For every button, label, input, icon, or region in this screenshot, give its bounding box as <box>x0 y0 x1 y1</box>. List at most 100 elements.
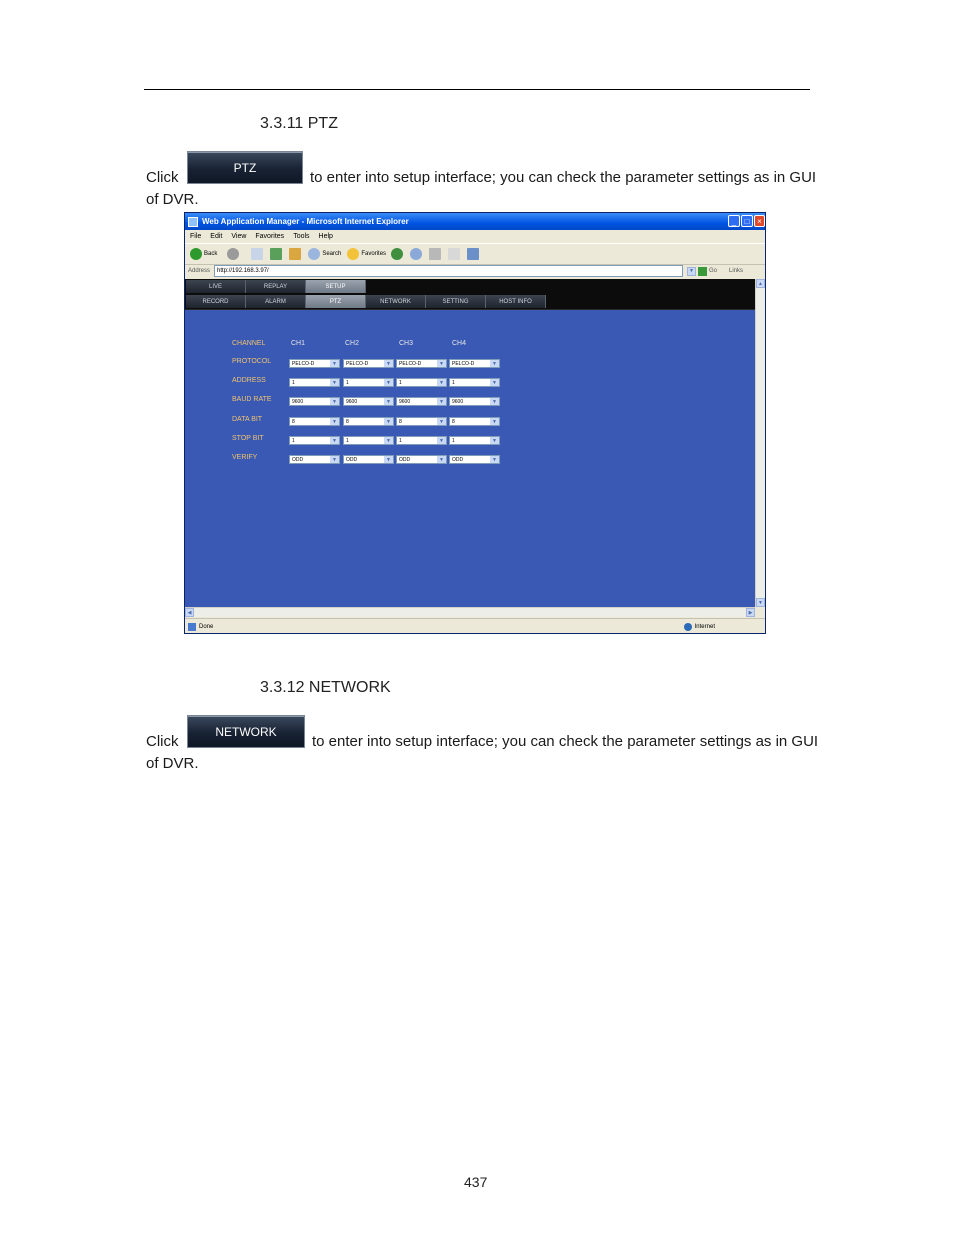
setting-select[interactable]: 1 ▼ <box>449 436 500 445</box>
chevron-down-icon[interactable]: ▼ <box>437 437 446 444</box>
menu-edit[interactable]: Edit <box>210 233 222 240</box>
chevron-down-icon[interactable]: ▼ <box>437 418 446 425</box>
chevron-down-icon[interactable]: ▼ <box>384 360 393 367</box>
chevron-down-icon[interactable]: ▼ <box>437 360 446 367</box>
instruction-text: to enter into setup interface; you can c… <box>310 169 817 186</box>
print-icon[interactable] <box>429 248 442 260</box>
setting-select[interactable]: ODD ▼ <box>289 455 340 464</box>
setting-label: STOP BIT <box>232 435 264 442</box>
setting-select[interactable]: ODD ▼ <box>396 455 447 464</box>
horizontal-scrollbar[interactable]: ◀ ▶ <box>185 607 755 617</box>
chevron-down-icon[interactable]: ▼ <box>330 418 339 425</box>
setting-select[interactable]: 8 ▼ <box>289 417 340 426</box>
chevron-down-icon[interactable]: ▼ <box>384 418 393 425</box>
messenger-icon[interactable] <box>467 248 480 260</box>
tab-live[interactable]: LIVE <box>186 280 246 293</box>
channel-header-2: CH2 <box>345 340 360 347</box>
tab-network[interactable]: NETWORK <box>366 295 426 308</box>
setting-select[interactable]: 1 ▼ <box>343 378 394 387</box>
scroll-down-icon[interactable]: ▼ <box>756 598 765 607</box>
chevron-down-icon[interactable]: ▼ <box>330 456 339 463</box>
tab-alarm[interactable]: ALARM <box>246 295 306 308</box>
links-label[interactable]: Links <box>729 268 743 274</box>
setting-select[interactable]: 1 ▼ <box>343 436 394 445</box>
chevron-down-icon[interactable]: ▼ <box>490 456 499 463</box>
chevron-down-icon[interactable]: ▼ <box>330 360 339 367</box>
chevron-down-icon[interactable]: ▼ <box>330 398 339 405</box>
setting-select[interactable]: 8 ▼ <box>396 417 447 426</box>
home-icon[interactable] <box>289 248 302 260</box>
chevron-down-icon[interactable]: ▼ <box>384 437 393 444</box>
setting-select[interactable]: 1 ▼ <box>396 436 447 445</box>
chevron-down-icon[interactable]: ▼ <box>384 456 393 463</box>
edit-icon[interactable] <box>448 248 461 260</box>
setting-select[interactable]: 9600 ▼ <box>343 397 394 406</box>
chevron-down-icon[interactable]: ▼ <box>490 418 499 425</box>
chevron-down-icon[interactable]: ▼ <box>437 379 446 386</box>
address-dropdown-icon[interactable]: ▼ <box>686 266 696 276</box>
chevron-down-icon[interactable]: ▼ <box>490 437 499 444</box>
chevron-down-icon[interactable]: ▼ <box>437 456 446 463</box>
setting-select[interactable]: 9600 ▼ <box>289 397 340 406</box>
tab-setup[interactable]: SETUP <box>306 280 366 293</box>
vertical-scrollbar[interactable]: ▲ ▼ <box>755 279 765 607</box>
menu-favorites[interactable]: Favorites <box>255 233 284 240</box>
menu-view[interactable]: View <box>231 233 246 240</box>
favorites-icon[interactable] <box>347 248 360 260</box>
chevron-down-icon[interactable]: ▼ <box>384 398 393 405</box>
chevron-down-icon[interactable]: ▼ <box>330 437 339 444</box>
setting-select[interactable]: PELCO-D ▼ <box>343 359 394 368</box>
scroll-up-icon[interactable]: ▲ <box>756 279 765 288</box>
setting-select-value: 9600 <box>292 398 304 405</box>
setting-select-value: ODD <box>399 456 411 463</box>
tab-replay[interactable]: REPLAY <box>246 280 306 293</box>
stop-icon[interactable] <box>251 248 264 260</box>
refresh-icon[interactable] <box>270 248 283 260</box>
chevron-down-icon[interactable]: ▼ <box>490 379 499 386</box>
setting-select[interactable]: ODD ▼ <box>343 455 394 464</box>
setting-select[interactable]: PELCO-D ▼ <box>396 359 447 368</box>
setting-select[interactable]: 1 ▼ <box>396 378 447 387</box>
history-icon[interactable] <box>391 248 404 260</box>
menu-help[interactable]: Help <box>319 233 333 240</box>
search-button-label[interactable]: Search <box>322 251 341 257</box>
go-label[interactable]: Go <box>709 268 717 274</box>
chevron-down-icon[interactable]: ▼ <box>437 398 446 405</box>
setting-select-value: 8 <box>399 418 402 425</box>
back-icon[interactable] <box>190 248 202 260</box>
setting-select[interactable]: ODD ▼ <box>449 455 500 464</box>
tab-ptz[interactable]: PTZ <box>306 295 366 308</box>
maximize-icon[interactable]: □ <box>741 215 753 227</box>
menu-tools[interactable]: Tools <box>293 233 309 240</box>
close-icon[interactable]: × <box>754 215 765 227</box>
setting-select[interactable]: 8 ▼ <box>449 417 500 426</box>
chevron-down-icon[interactable]: ▼ <box>384 379 393 386</box>
go-icon[interactable] <box>697 266 707 276</box>
favorites-button-label[interactable]: Favorites <box>361 251 386 257</box>
scroll-left-icon[interactable]: ◀ <box>185 608 194 617</box>
scroll-right-icon[interactable]: ▶ <box>746 608 755 617</box>
tab-record[interactable]: RECORD <box>186 295 246 308</box>
setting-select[interactable]: 8 ▼ <box>343 417 394 426</box>
setting-select[interactable]: 9600 ▼ <box>396 397 447 406</box>
setting-select[interactable]: 1 ▼ <box>289 378 340 387</box>
minimize-icon[interactable]: _ <box>728 215 740 227</box>
address-input[interactable]: http://192.168.3.97/ <box>214 265 683 277</box>
mail-icon[interactable] <box>410 248 423 260</box>
back-button-label[interactable]: Back <box>204 251 217 257</box>
setting-select[interactable]: 9600 ▼ <box>449 397 500 406</box>
forward-icon[interactable] <box>227 248 240 260</box>
setting-select[interactable]: 1 ▼ <box>289 436 340 445</box>
setting-select[interactable]: 1 ▼ <box>449 378 500 387</box>
chevron-down-icon[interactable]: ▼ <box>490 398 499 405</box>
chevron-down-icon[interactable]: ▼ <box>330 379 339 386</box>
menu-file[interactable]: File <box>190 233 201 240</box>
search-icon[interactable] <box>308 248 321 260</box>
setting-select[interactable]: PELCO-D ▼ <box>449 359 500 368</box>
tab-host-info[interactable]: HOST INFO <box>486 295 546 308</box>
address-bar: Address http://192.168.3.97/ ▼ Go Links <box>185 264 765 278</box>
setting-select-value: 8 <box>292 418 295 425</box>
chevron-down-icon[interactable]: ▼ <box>490 360 499 367</box>
setting-select[interactable]: PELCO-D ▼ <box>289 359 340 368</box>
tab-setting[interactable]: SETTING <box>426 295 486 308</box>
